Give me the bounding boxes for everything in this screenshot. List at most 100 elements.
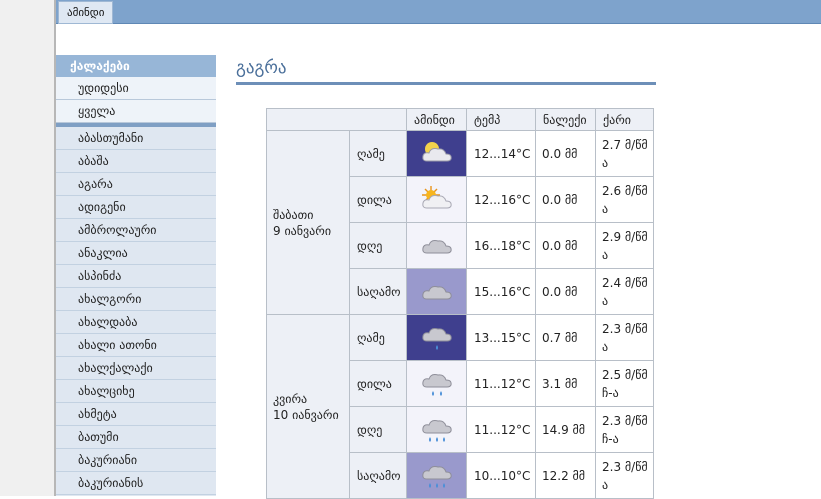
table-row: შაბათი 9 იანვარი ღამე 12...14°C 0.0 მმ 2.7… bbox=[266, 130, 654, 315]
precipitation-value: 0.0 მმ bbox=[535, 268, 596, 315]
sidebar-city-item[interactable]: ამბროლაური bbox=[56, 219, 216, 242]
cities-sidebar: ქალაქები უდიდესი ყველა აბასთუმანი აბაშა აგ… bbox=[56, 55, 216, 496]
wind-direction: ჩ-ა bbox=[602, 385, 619, 400]
cloud-rain-light-icon bbox=[417, 327, 457, 350]
weather-icon-cell bbox=[406, 406, 467, 453]
weather-icon-cell bbox=[406, 130, 467, 177]
sidebar-item-all[interactable]: ყველა bbox=[56, 100, 216, 123]
day-part: დღე bbox=[349, 222, 407, 269]
temperature-value: 12...14°C bbox=[466, 130, 536, 177]
sidebar-city-list: აბასთუმანი აბაშა აგარა ადიგენი ამბროლაური ანა… bbox=[56, 127, 216, 495]
weather-icon-cell bbox=[406, 452, 467, 499]
sidebar-city-item[interactable]: ბათუმი bbox=[56, 426, 216, 449]
sidebar-city-item[interactable]: ახალგორი bbox=[56, 288, 216, 311]
precipitation-value: 12.2 მმ bbox=[535, 452, 596, 499]
header-wind: ქარი bbox=[595, 108, 654, 131]
top-navigation-bar: ამინდი bbox=[56, 0, 821, 24]
wind-speed: 2.3 მ/წმ bbox=[602, 459, 648, 474]
precipitation-value: 3.1 მმ bbox=[535, 360, 596, 407]
wind-speed: 2.9 მ/წმ bbox=[602, 229, 648, 244]
sidebar-city-item[interactable]: აგარა bbox=[56, 173, 216, 196]
wind-speed: 2.6 მ/წმ bbox=[602, 183, 648, 198]
wind-cell: 2.4 მ/წმ ა bbox=[595, 268, 654, 315]
sidebar-city-item[interactable]: ანაკლია bbox=[56, 242, 216, 265]
table-header-row: ამინდი ტემპ ნალექი ქარი bbox=[266, 108, 654, 131]
cloud-icon bbox=[417, 238, 457, 253]
sidebar-city-item[interactable]: ადიგენი bbox=[56, 196, 216, 219]
cloud-heavy-rain-icon bbox=[417, 465, 457, 488]
wind-cell: 2.3 მ/წმ ა bbox=[595, 314, 654, 361]
header-weather: ამინდი bbox=[406, 108, 467, 131]
cloud-rain-icon bbox=[417, 373, 457, 396]
table-row: კვირა 10 იანვარი ღამე 13...15°C 0.7 მმ 2.3… bbox=[266, 314, 654, 499]
wind-direction: ჩ-ა bbox=[602, 431, 619, 446]
temperature-value: 13...15°C bbox=[466, 314, 536, 361]
temperature-value: 10...10°C bbox=[466, 452, 536, 499]
wind-cell: 2.6 მ/წმ ა bbox=[595, 176, 654, 223]
day-part: დღე bbox=[349, 406, 407, 453]
weather-icon-cell bbox=[406, 268, 467, 315]
sidebar-item-largest[interactable]: უდიდესი bbox=[56, 77, 216, 100]
day-date: 9 იანვარი bbox=[273, 223, 332, 238]
wind-speed: 2.3 მ/წმ bbox=[602, 321, 648, 336]
wind-direction: ა bbox=[602, 339, 609, 354]
sidebar-city-item[interactable]: ახალი ათონი bbox=[56, 334, 216, 357]
day-name: კვირა bbox=[273, 391, 308, 406]
weather-icon-cell bbox=[406, 360, 467, 407]
sidebar-city-item[interactable]: აბასთუმანი bbox=[56, 127, 216, 150]
wind-speed: 2.3 მ/წმ bbox=[602, 413, 648, 428]
wind-cell: 2.3 მ/წმ ჩ-ა bbox=[595, 406, 654, 453]
page-title: გაგრა bbox=[236, 55, 656, 85]
left-gutter bbox=[0, 0, 54, 496]
precipitation-value: 0.7 მმ bbox=[535, 314, 596, 361]
day-part: საღამო bbox=[349, 452, 407, 499]
weather-icon-cell bbox=[406, 222, 467, 269]
cloud-icon bbox=[417, 284, 457, 299]
header-blank bbox=[266, 108, 407, 131]
day-part: ღამე bbox=[349, 314, 407, 361]
wind-speed: 2.7 მ/წმ bbox=[602, 137, 648, 152]
wind-speed: 2.4 მ/წმ bbox=[602, 275, 648, 290]
day-part: ღამე bbox=[349, 130, 407, 177]
day-cell: კვირა 10 იანვარი bbox=[266, 314, 350, 499]
forecast-table-body: შაბათი 9 იანვარი ღამე 12...14°C 0.0 მმ 2.7… bbox=[266, 130, 654, 499]
sidebar-city-item[interactable]: ბაკურიანის bbox=[56, 472, 216, 495]
sidebar-city-item[interactable]: ბაკურიანი bbox=[56, 449, 216, 472]
sidebar-city-item[interactable]: ახალდაბა bbox=[56, 311, 216, 334]
wind-cell: 2.7 მ/წმ ა bbox=[595, 130, 654, 177]
weather-icon-cell bbox=[406, 314, 467, 361]
wind-speed: 2.5 მ/წმ bbox=[602, 367, 648, 382]
sidebar-city-item[interactable]: ახმეტა bbox=[56, 403, 216, 426]
wind-cell: 2.9 მ/წმ ა bbox=[595, 222, 654, 269]
main-content: გაგრა ამინდი ტემპ ნალექი ქარი შაბათი 9 ი… bbox=[236, 55, 656, 499]
sidebar-header: ქალაქები bbox=[56, 55, 216, 77]
wind-direction: ა bbox=[602, 293, 609, 308]
wind-direction: ა bbox=[602, 201, 609, 216]
day-date: 10 იანვარი bbox=[273, 407, 339, 422]
weather-icon-cell bbox=[406, 176, 467, 223]
cloud-heavy-rain-icon bbox=[417, 419, 457, 442]
header-temperature: ტემპ bbox=[466, 108, 536, 131]
day-cell: შაბათი 9 იანვარი bbox=[266, 130, 350, 315]
wind-direction: ა bbox=[602, 155, 609, 170]
day-part: საღამო bbox=[349, 268, 407, 315]
temperature-value: 11...12°C bbox=[466, 406, 536, 453]
precipitation-value: 14.9 მმ bbox=[535, 406, 596, 453]
wind-cell: 2.3 მ/წმ ა bbox=[595, 452, 654, 499]
sidebar-city-item[interactable]: ასპინძა bbox=[56, 265, 216, 288]
wind-direction: ა bbox=[602, 247, 609, 262]
temperature-value: 12...16°C bbox=[466, 176, 536, 223]
day-name: შაბათი bbox=[273, 207, 314, 222]
temperature-value: 16...18°C bbox=[466, 222, 536, 269]
header-precipitation: ნალექი bbox=[535, 108, 596, 131]
sidebar-city-item[interactable]: ახალქალაქი bbox=[56, 357, 216, 380]
sidebar-city-item[interactable]: ახალციხე bbox=[56, 380, 216, 403]
precipitation-value: 0.0 მმ bbox=[535, 222, 596, 269]
day-part: დილა bbox=[349, 176, 407, 223]
wind-cell: 2.5 მ/წმ ჩ-ა bbox=[595, 360, 654, 407]
sidebar-city-item[interactable]: აბაშა bbox=[56, 150, 216, 173]
temperature-value: 15...16°C bbox=[466, 268, 536, 315]
precipitation-value: 0.0 მმ bbox=[535, 130, 596, 177]
cloud-moon-icon bbox=[417, 141, 457, 161]
nav-tab-weather[interactable]: ამინდი bbox=[58, 1, 114, 24]
